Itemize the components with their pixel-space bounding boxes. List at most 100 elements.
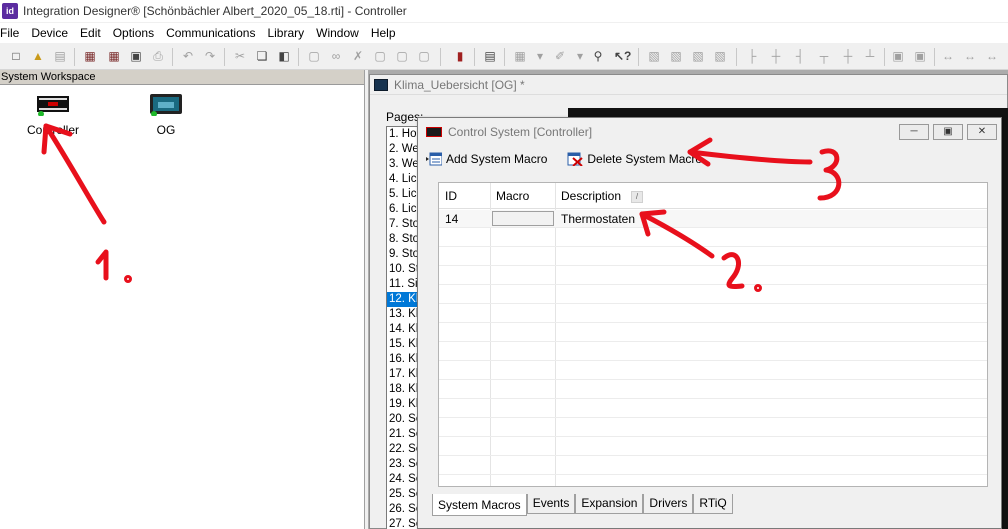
tab-events[interactable]: Events (526, 494, 576, 514)
close-button[interactable]: ✕ (967, 124, 997, 140)
grid-icon[interactable]: ▦ (512, 48, 528, 64)
add-system-macro-button[interactable]: Add System Macro (426, 152, 547, 166)
device-og[interactable]: OG (126, 94, 206, 137)
empty-row (439, 229, 987, 247)
control-tabs: System Macros Events Expansion Drivers R… (432, 494, 733, 516)
save-icon[interactable]: ▣ (128, 48, 144, 64)
menu-library[interactable]: Library (267, 26, 310, 40)
control-system-window[interactable]: Control System [Controller] ─ ▣ ✕ Add Sy… (417, 117, 1002, 529)
minimize-button[interactable]: ─ (899, 124, 929, 140)
preview-icon[interactable]: ▤ (482, 48, 498, 64)
page-editor-title-bar[interactable]: Klima_Uebersicht [OG] * (370, 75, 1007, 95)
controller-icon (37, 96, 69, 117)
align-right-icon[interactable]: ┤ (792, 48, 808, 64)
cell-macro[interactable] (492, 211, 554, 226)
connect-icon[interactable]: ▮ (452, 48, 468, 64)
empty-row (439, 400, 987, 418)
copy-icon[interactable]: ❏ (254, 48, 270, 64)
menu-file[interactable]: File (0, 26, 25, 40)
size-icon[interactable]: ▣ (890, 48, 906, 64)
print-icon[interactable]: ⎙ (150, 48, 166, 64)
zoom-icon[interactable]: ⚲ (590, 48, 606, 64)
cell-id: 14 (445, 212, 459, 226)
empty-row (439, 362, 987, 380)
layer-icon[interactable]: ▧ (712, 48, 728, 64)
tool-icon[interactable]: ▢ (394, 48, 410, 64)
toolbar-separator (884, 48, 885, 66)
menu-communications[interactable]: Communications (166, 26, 261, 40)
column-header-description-label: Description (561, 189, 622, 203)
menu-device[interactable]: Device (31, 26, 74, 40)
align-top-icon[interactable]: ┬ (816, 48, 832, 64)
delete-system-macro-label: Delete System Macro (587, 152, 703, 166)
layer-icon[interactable]: ▧ (646, 48, 662, 64)
cut-icon[interactable]: ✂ (232, 48, 248, 64)
menu-edit[interactable]: Edit (80, 26, 107, 40)
sort-icon[interactable]: / (631, 190, 644, 203)
menu-bar: File Device Edit Options Communications … (0, 23, 1008, 43)
control-system-title: Control System [Controller] (448, 125, 593, 139)
menu-help[interactable]: Help (371, 26, 402, 40)
menu-window[interactable]: Window (316, 26, 365, 40)
toolbar: □ ▲ ▤ ▦ ▦ ▣ ⎙ ↶ ↷ ✂ ❏ ◧ ▢ ∞ ✗ ▢ ▢ ▢ ▮ ▤ … (0, 44, 1008, 70)
column-header-id[interactable]: ID (439, 183, 457, 208)
table-header: ID Macro Description / (439, 183, 987, 209)
maximize-button[interactable]: ▣ (933, 124, 963, 140)
redo-icon[interactable]: ↷ (202, 48, 218, 64)
tool-icon[interactable]: ▢ (416, 48, 432, 64)
add-macro-icon (426, 152, 442, 166)
controller-toolbar-icon[interactable]: ▦ (82, 48, 98, 64)
layer-icon[interactable]: ▧ (690, 48, 706, 64)
open-folder-icon[interactable]: ▲ (30, 48, 46, 64)
table-row[interactable]: 14 Thermostaten (439, 210, 987, 228)
brush-icon[interactable]: ✐ (552, 48, 568, 64)
align-middle-icon[interactable]: ┼ (840, 48, 856, 64)
device-toolbar-icon[interactable]: ▦ (106, 48, 122, 64)
paste-icon[interactable]: ◧ (276, 48, 292, 64)
page-editor-title: Klima_Uebersicht [OG] * (394, 77, 525, 92)
tool-icon[interactable]: ✗ (350, 48, 366, 64)
delete-macro-icon (567, 152, 584, 166)
undo-icon[interactable]: ↶ (180, 48, 196, 64)
align-center-icon[interactable]: ┼ (768, 48, 784, 64)
space-horizontal-icon[interactable]: ↔ (940, 48, 956, 64)
chevron-down-icon[interactable]: ▾ (572, 48, 588, 64)
column-header-macro[interactable]: Macro (490, 183, 529, 208)
delete-system-macro-button[interactable]: Delete System Macro (567, 152, 702, 166)
workspace-header: System Workspace (0, 70, 364, 85)
empty-row (439, 248, 987, 266)
save-all-icon[interactable]: ▤ (52, 48, 68, 64)
empty-row (439, 305, 987, 323)
toolbar-separator (440, 48, 441, 66)
layer-icon[interactable]: ▧ (668, 48, 684, 64)
tab-expansion[interactable]: Expansion (575, 494, 644, 514)
toolbar-separator (934, 48, 935, 66)
column-header-description[interactable]: Description / (555, 183, 644, 208)
add-system-macro-label: Add System Macro (446, 152, 548, 166)
controller-window-icon (426, 127, 442, 137)
space-icon[interactable]: ↔ (984, 48, 1000, 64)
empty-row (439, 343, 987, 361)
chevron-down-icon[interactable]: ▾ (532, 48, 548, 64)
size-icon[interactable]: ▣ (912, 48, 928, 64)
link-icon[interactable]: ∞ (328, 48, 344, 64)
new-file-icon[interactable]: □ (8, 48, 24, 64)
toolbar-separator (474, 48, 475, 66)
align-bottom-icon[interactable]: ┴ (862, 48, 878, 64)
device-controller[interactable]: Controller (13, 94, 93, 137)
tab-system-macros[interactable]: System Macros (432, 494, 527, 516)
tool-icon[interactable]: ▢ (372, 48, 388, 64)
toolbar-separator (74, 48, 75, 66)
tab-drivers[interactable]: Drivers (643, 494, 694, 514)
align-left-icon[interactable]: ├ (744, 48, 760, 64)
menu-options[interactable]: Options (113, 26, 160, 40)
empty-row (439, 419, 987, 437)
macro-toolbar: Add System Macro Delete System Macro (426, 150, 722, 168)
system-macros-table: ID Macro Description / 14 Thermostaten (438, 182, 988, 487)
space-icon[interactable]: ↔ (962, 48, 978, 64)
window-title: Integration Designer® [Schönbächler Albe… (23, 4, 407, 18)
align-icon[interactable]: ▢ (306, 48, 322, 64)
tab-rtiq[interactable]: RTiQ (693, 494, 733, 514)
help-pointer-icon[interactable]: ↖? (614, 48, 631, 64)
empty-row (439, 267, 987, 285)
